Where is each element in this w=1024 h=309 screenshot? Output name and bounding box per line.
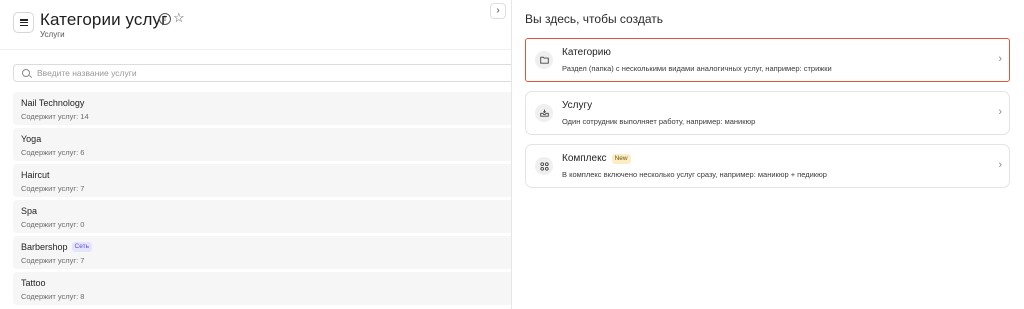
category-list: Nail Technology Содержит услуг: 14 Yoga … [13,92,511,308]
category-count: Содержит услуг: 7 [21,184,85,193]
option-title: Категорию [562,47,611,58]
chevron-right-icon: › [998,53,1002,65]
list-item[interactable]: Barbershop Сеть Содержит услуг: 7 [13,236,511,269]
option-description: Раздел (папка) с несколькими видами анал… [562,64,832,73]
category-count: Содержит услуг: 14 [21,112,89,121]
category-name: Nail Technology [21,97,85,108]
category-name: Barbershop [21,241,68,252]
network-badge: Сеть [71,241,92,252]
folder-icon [535,51,553,69]
category-name: Yoga [21,133,42,144]
grid-icon [535,157,553,175]
list-item[interactable]: Haircut Содержит услуг: 7 [13,164,511,197]
new-badge: New [611,153,631,164]
search-input[interactable] [37,68,497,78]
category-name: Haircut [21,169,50,180]
category-count: Содержит услуг: 7 [21,256,85,265]
star-icon[interactable]: ☆ [173,11,185,25]
option-description: Один сотрудник выполняет работу, наприме… [562,117,756,126]
category-count: Содержит услуг: 6 [21,148,85,157]
header-divider [0,49,511,50]
category-count: Содержит услуг: 8 [21,292,85,301]
chevron-right-icon: › [998,159,1002,171]
category-name: Spa [21,205,38,216]
create-panel: Вы здесь, чтобы создать Категорию Раздел… [512,0,1024,309]
services-panel: Категории услуг i ☆ Услуги Nail Technolo… [0,0,511,309]
list-item[interactable]: Tattoo Содержит услуг: 8 [13,272,511,305]
breadcrumb[interactable]: Услуги [40,30,65,39]
tray-icon [535,104,553,122]
list-item[interactable]: Yoga Содержит услуг: 6 [13,128,511,161]
category-count: Содержит услуг: 0 [21,220,85,229]
list-item[interactable]: Spa Содержит услуг: 0 [13,200,511,233]
page-title: Категории услуг [40,10,168,29]
list-item[interactable]: Nail Technology Содержит услуг: 14 [13,92,511,125]
collapse-panel-button[interactable]: › [490,3,506,19]
search-icon [22,69,30,77]
create-panel-title: Вы здесь, чтобы создать [525,12,663,26]
create-service-option[interactable]: Услугу Один сотрудник выполняет работу, … [525,91,1010,135]
create-category-option[interactable]: Категорию Раздел (папка) с несколькими в… [525,38,1010,82]
chevron-right-icon: › [496,5,500,16]
create-complex-option[interactable]: Комплекс New В комплекс включено несколь… [525,144,1010,188]
info-icon[interactable]: i [159,13,171,25]
option-title: Комплекс [562,153,607,164]
hamburger-icon [19,19,28,26]
menu-button[interactable] [13,12,34,33]
chevron-right-icon: › [998,106,1002,118]
option-description: В комплекс включено несколько услуг сраз… [562,170,827,179]
search-field[interactable] [13,64,511,82]
category-name: Tattoo [21,277,46,288]
option-title: Услугу [562,100,593,111]
